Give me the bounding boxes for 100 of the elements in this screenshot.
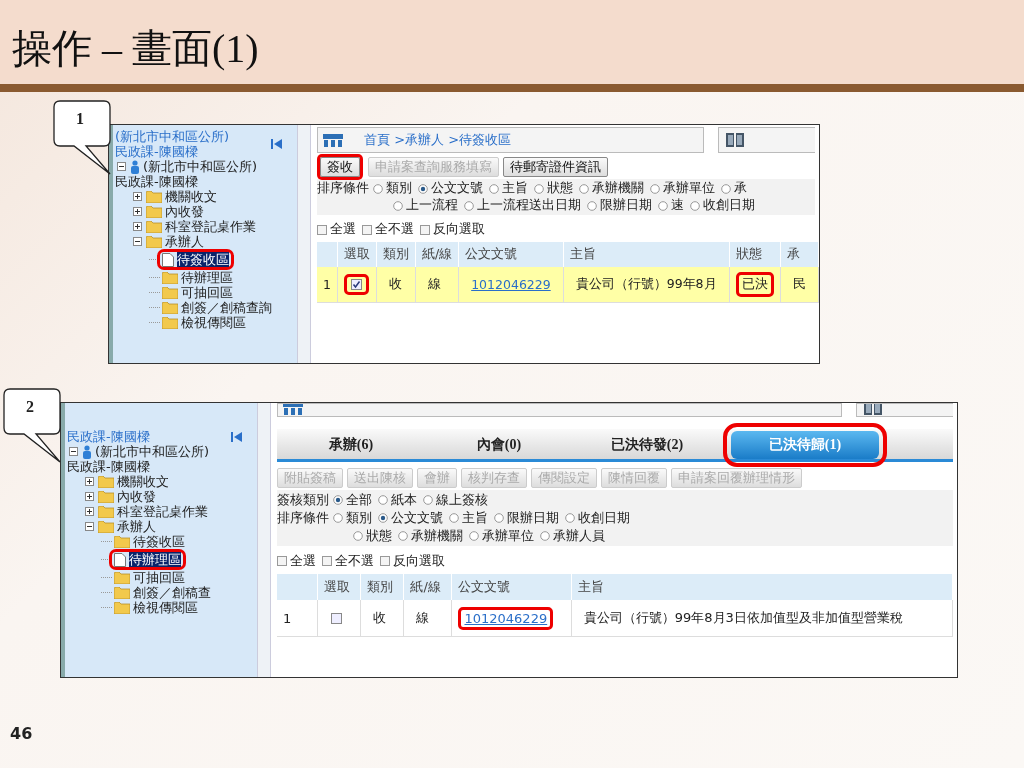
expander-icon[interactable] bbox=[85, 522, 94, 531]
radio-option[interactable]: 公文文號 bbox=[418, 180, 483, 197]
radio-icon[interactable] bbox=[650, 183, 660, 194]
radio-option[interactable]: 承辦單位 bbox=[469, 527, 534, 545]
radio-option[interactable]: 上一流程 bbox=[393, 197, 458, 214]
select-link[interactable]: 反向選取 bbox=[420, 221, 485, 238]
radio-option[interactable]: 上一流程送出日期 bbox=[464, 197, 581, 214]
document-number-link[interactable]: 1012046229 bbox=[458, 606, 554, 630]
radio-icon[interactable] bbox=[534, 183, 544, 194]
radio-option[interactable]: 限辦日期 bbox=[587, 197, 652, 214]
tree-item[interactable]: 科室登記桌作業 bbox=[96, 504, 210, 519]
radio-icon[interactable] bbox=[393, 200, 403, 211]
select-link[interactable]: 全不選 bbox=[362, 221, 414, 238]
expander-icon[interactable] bbox=[85, 477, 94, 486]
tree-item[interactable]: 機關收文 bbox=[144, 189, 219, 204]
radio-icon[interactable] bbox=[469, 531, 479, 541]
tree-item[interactable]: 創簽／創稿查詢 bbox=[160, 300, 274, 315]
radio-icon[interactable] bbox=[565, 513, 575, 523]
tree-item[interactable]: 承辦人 bbox=[96, 519, 158, 534]
radio-icon[interactable] bbox=[658, 200, 668, 211]
radio-icon[interactable] bbox=[333, 513, 343, 523]
radio-icon[interactable] bbox=[398, 531, 408, 541]
radio-icon[interactable] bbox=[690, 200, 700, 211]
radio-icon[interactable] bbox=[579, 183, 589, 194]
radio-icon[interactable] bbox=[464, 200, 474, 211]
tree-item[interactable]: 可抽回區 bbox=[112, 570, 187, 585]
radio-icon[interactable] bbox=[333, 495, 343, 505]
radio-option[interactable]: 線上簽核 bbox=[423, 491, 488, 509]
filter-label: 排序條件 bbox=[317, 180, 369, 197]
scrollbar[interactable] bbox=[257, 403, 271, 677]
radio-icon[interactable] bbox=[494, 513, 504, 523]
tree-item[interactable]: 機關收文 bbox=[96, 474, 171, 489]
radio-icon[interactable] bbox=[721, 183, 731, 194]
toolbar-button[interactable]: 待郵寄證件資訊 bbox=[503, 157, 608, 177]
radio-option[interactable]: 速 bbox=[658, 197, 684, 214]
select-link[interactable]: 全不選 bbox=[322, 552, 374, 570]
tree-item[interactable]: 可抽回區 bbox=[160, 285, 235, 300]
radio-option[interactable]: 紙本 bbox=[378, 491, 417, 509]
radio-icon[interactable] bbox=[587, 200, 597, 211]
radio-icon[interactable] bbox=[449, 513, 459, 523]
select-link[interactable]: 全選 bbox=[277, 552, 316, 570]
radio-icon[interactable] bbox=[353, 531, 363, 541]
radio-option[interactable]: 狀態 bbox=[353, 527, 392, 545]
tab[interactable]: 已決待發(2) bbox=[573, 431, 721, 459]
select-link[interactable]: 反向選取 bbox=[380, 552, 445, 570]
radio-option[interactable]: 主旨 bbox=[449, 509, 488, 527]
radio-icon[interactable] bbox=[489, 183, 499, 194]
expander-icon[interactable] bbox=[133, 192, 142, 201]
radio-option[interactable]: 收創日期 bbox=[565, 509, 630, 527]
tree-item[interactable]: 內收發 bbox=[96, 489, 158, 504]
radio-icon[interactable] bbox=[423, 495, 433, 505]
radio-option[interactable]: 承辦人員 bbox=[540, 527, 605, 545]
expander-icon[interactable] bbox=[117, 162, 126, 171]
tree-item[interactable]: 科室登記桌作業 bbox=[144, 219, 258, 234]
expander-icon[interactable] bbox=[133, 207, 142, 216]
radio-option[interactable]: 公文文號 bbox=[378, 509, 443, 527]
radio-icon[interactable] bbox=[540, 531, 550, 541]
row-checkbox[interactable] bbox=[350, 279, 362, 290]
radio-icon[interactable] bbox=[418, 183, 428, 194]
tree-item[interactable]: 內收發 bbox=[144, 204, 206, 219]
select-link[interactable]: 全選 bbox=[317, 221, 356, 238]
radio-icon[interactable] bbox=[378, 513, 388, 523]
radio-option[interactable]: 主旨 bbox=[489, 180, 528, 197]
radio-option[interactable]: 收創日期 bbox=[690, 197, 755, 214]
tab[interactable]: 承辦(6) bbox=[277, 431, 425, 459]
tree-item[interactable]: 待簽收區 bbox=[112, 534, 187, 549]
tree-item[interactable]: (新北市中和區公所) bbox=[80, 444, 212, 459]
radio-option[interactable]: 類別 bbox=[373, 180, 412, 197]
radio-option[interactable]: 全部 bbox=[333, 491, 372, 509]
radio-icon[interactable] bbox=[373, 183, 383, 194]
radio-option[interactable]: 承辦機關 bbox=[398, 527, 463, 545]
tree-item[interactable]: (新北市中和區公所) bbox=[128, 159, 260, 174]
radio-option[interactable]: 承辦機關 bbox=[579, 180, 644, 197]
tree-item[interactable]: 承辦人 bbox=[144, 234, 206, 249]
row-checkbox[interactable] bbox=[331, 612, 342, 624]
breadcrumb[interactable]: 首頁 >承辦人 >待簽收區 bbox=[364, 131, 512, 149]
expander-icon[interactable] bbox=[69, 447, 78, 456]
radio-icon[interactable] bbox=[378, 495, 388, 505]
expander-icon[interactable] bbox=[133, 222, 142, 231]
tree-item[interactable]: 檢視傳閱區 bbox=[160, 315, 248, 330]
radio-option[interactable]: 類別 bbox=[333, 509, 372, 527]
expander-icon[interactable] bbox=[133, 237, 142, 246]
toolbar-button[interactable]: 簽收 bbox=[320, 157, 360, 177]
book-icon[interactable] bbox=[863, 404, 883, 416]
tree-item[interactable]: 待辦理區 bbox=[160, 270, 235, 285]
tree-item[interactable]: 檢視傳閱區 bbox=[112, 600, 200, 615]
book-icon[interactable] bbox=[725, 132, 745, 148]
tree-item[interactable]: 創簽／創稿查 bbox=[112, 585, 213, 600]
radio-option[interactable]: 限辦日期 bbox=[494, 509, 559, 527]
scrollbar[interactable] bbox=[297, 125, 311, 363]
collapse-icon[interactable] bbox=[271, 139, 283, 149]
checkbox-icon bbox=[362, 224, 372, 235]
tab[interactable]: 內會(0) bbox=[425, 431, 573, 459]
radio-option[interactable]: 承 bbox=[721, 180, 747, 197]
collapse-icon[interactable] bbox=[231, 431, 243, 442]
sidebar-subtitle: 民政課-陳國樑 bbox=[67, 429, 150, 444]
expander-icon[interactable] bbox=[85, 507, 94, 516]
radio-option[interactable]: 狀態 bbox=[534, 180, 573, 197]
radio-option[interactable]: 承辦單位 bbox=[650, 180, 715, 197]
expander-icon[interactable] bbox=[85, 492, 94, 501]
